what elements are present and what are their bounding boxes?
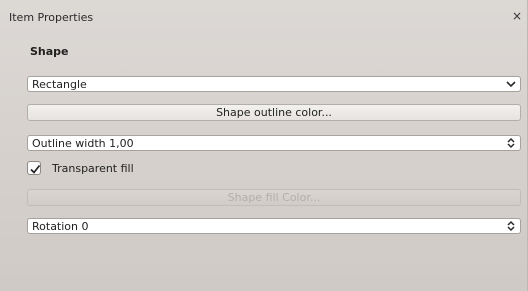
outline-width-spinbox[interactable]: Outline width 1,00: [27, 135, 521, 151]
item-properties-panel: Item Properties × Shape Rectangle Shape …: [0, 0, 528, 291]
close-icon[interactable]: ×: [511, 9, 523, 23]
rotation-value: Rotation 0: [32, 220, 89, 233]
outline-width-value: Outline width 1,00: [32, 137, 134, 150]
rotation-spinbox[interactable]: Rotation 0: [27, 218, 521, 234]
transparent-fill-checkbox[interactable]: [27, 161, 41, 175]
up-down-spinner-icon[interactable]: [505, 137, 517, 149]
checkmark-icon: [30, 164, 41, 174]
transparent-fill-label: Transparent fill: [52, 162, 134, 175]
shape-outline-color-button[interactable]: Shape outline color...: [27, 104, 521, 121]
shape-type-value: Rectangle: [32, 78, 87, 91]
chevron-down-icon: [505, 78, 517, 90]
panel-title: Item Properties: [9, 11, 94, 24]
panel-titlebar: Item Properties ×: [0, 0, 527, 28]
shape-type-dropdown[interactable]: Rectangle: [27, 76, 521, 92]
shape-fill-color-button: Shape fill Color...: [27, 189, 521, 206]
shape-section-title: Shape: [30, 45, 69, 58]
up-down-spinner-icon[interactable]: [505, 220, 517, 232]
